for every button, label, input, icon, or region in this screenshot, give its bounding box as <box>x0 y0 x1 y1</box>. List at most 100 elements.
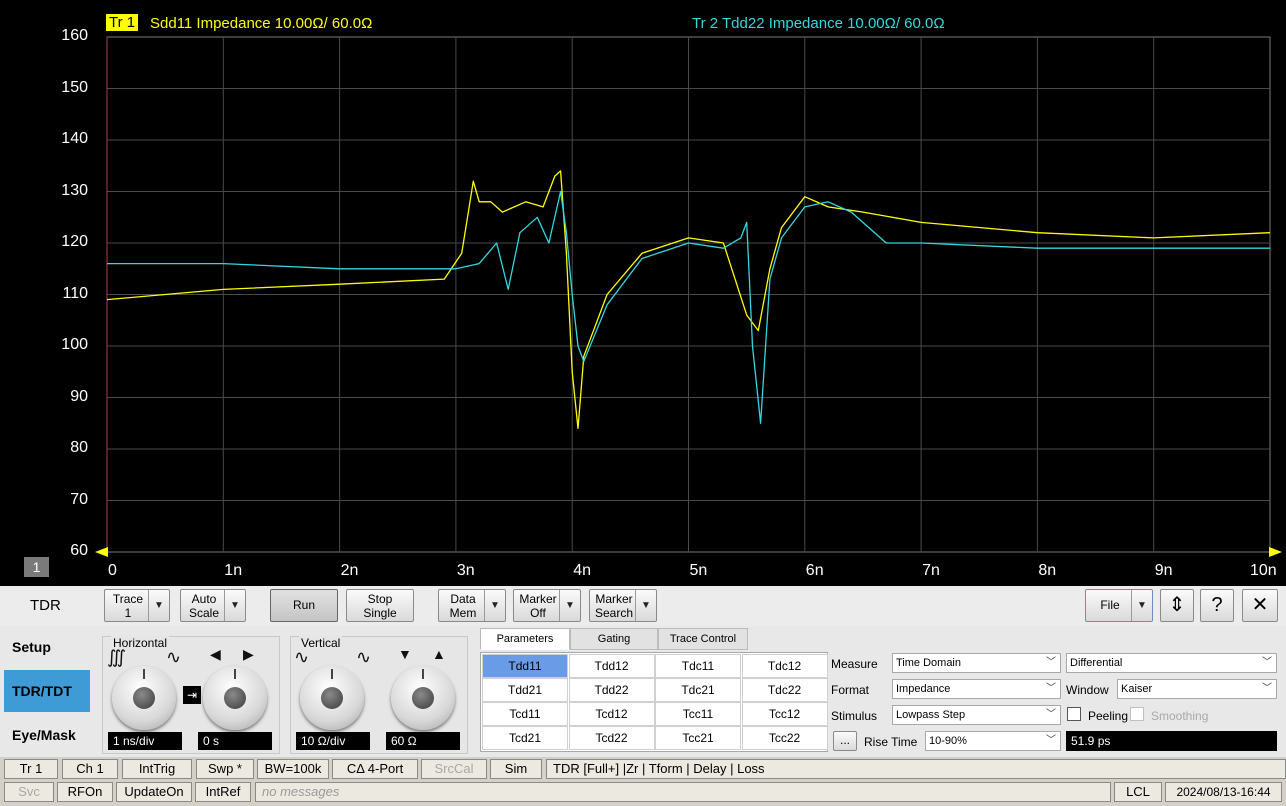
parameter-cell[interactable]: Tdd12 <box>568 654 655 678</box>
status-sweep[interactable]: Swp * <box>196 759 254 779</box>
tab-parameters[interactable]: Parameters <box>480 628 570 650</box>
marker-off-button[interactable]: Marker Off ▼ <box>513 589 581 622</box>
status-sim[interactable]: Sim <box>490 759 542 779</box>
y-tick-label: 120 <box>61 233 88 250</box>
parameter-cell[interactable]: Tdc22 <box>741 678 828 702</box>
risetime-readout[interactable]: 51.9 ps <box>1066 731 1277 751</box>
chevron-down-icon[interactable]: ▼ <box>559 590 580 621</box>
sidebar-item-tdr-tdt[interactable]: TDR/TDT <box>4 670 90 712</box>
vertical-scale-knob[interactable] <box>300 666 364 730</box>
status-svc[interactable]: Svc <box>4 782 54 802</box>
y-tick-label: 70 <box>70 490 88 508</box>
parameter-cell[interactable]: Tcc12 <box>741 702 828 726</box>
trace2-label[interactable]: Tr 2 Tdd22 Impedance 10.00Ω/ 60.0Ω <box>692 15 945 32</box>
status-update[interactable]: UpdateOn <box>116 782 192 802</box>
risetime-select[interactable]: 10-90% ﹀ <box>925 731 1061 751</box>
smoothing-checkbox[interactable] <box>1130 707 1144 721</box>
status-trace[interactable]: Tr 1 <box>4 759 58 779</box>
marker-label: Marker <box>519 592 557 606</box>
vertical-offset-knob[interactable] <box>391 666 455 730</box>
more-button[interactable]: ... <box>833 731 857 751</box>
sidebar-item-eye-mask[interactable]: Eye/Mask <box>4 714 90 756</box>
trace1-label[interactable]: Sdd11 Impedance 10.00Ω/ 60.0Ω <box>150 15 372 32</box>
parameter-cell[interactable]: Tcc22 <box>741 726 828 750</box>
parameter-cell[interactable]: Tdc12 <box>741 654 828 678</box>
measure-mode-value: Differential <box>1070 657 1123 669</box>
peeling-label: Peeling <box>1088 709 1129 723</box>
close-button[interactable]: ✕ <box>1242 589 1278 622</box>
chevron-down-icon[interactable]: ▼ <box>484 590 505 621</box>
chevron-down-icon[interactable]: ▼ <box>148 590 169 621</box>
data-mem-button[interactable]: Data Mem ▼ <box>438 589 506 622</box>
parameter-cell[interactable]: Tdc11 <box>655 654 741 678</box>
y-tick-label: 90 <box>70 387 88 405</box>
y-tick-label: 80 <box>70 439 88 456</box>
status-bandwidth[interactable]: BW=100k <box>257 759 329 779</box>
help-button[interactable]: ? <box>1200 589 1234 622</box>
stop-label: Stop <box>367 592 393 606</box>
measure-select[interactable]: Time Domain ﹀ <box>892 653 1061 673</box>
trace-button[interactable]: Trace 1 ▼ <box>104 589 170 622</box>
arrow-left-icon[interactable]: ◀ <box>210 646 221 663</box>
peeling-checkbox[interactable] <box>1067 707 1081 721</box>
parameter-cell[interactable]: Tdc21 <box>655 678 741 702</box>
arrow-down-icon[interactable]: ▼ <box>398 646 412 662</box>
marker-search-button[interactable]: Marker Search ▼ <box>589 589 657 622</box>
window-select[interactable]: Kaiser ﹀ <box>1117 679 1277 699</box>
resize-button[interactable]: ⇕ <box>1160 589 1194 622</box>
sidebar-item-setup[interactable]: Setup <box>4 626 90 668</box>
stimulus-select[interactable]: Lowpass Step ﹀ <box>892 705 1061 725</box>
parameters-grid: Tdd11 Tdd12 Tdc11 Tdc12 Tdd21 Tdd22 Tdc21 Tdc22… <box>480 652 828 752</box>
status-intref[interactable]: IntRef <box>195 782 251 802</box>
y-tick-label: 100 <box>61 336 88 353</box>
x-tick-label: 8n <box>1038 562 1057 579</box>
status-srccal[interactable]: SrcCal <box>421 759 487 779</box>
chevron-down-icon[interactable]: ▼ <box>635 590 656 621</box>
autoscale-button[interactable]: Auto Scale ▼ <box>180 589 246 622</box>
status-trigger[interactable]: IntTrig <box>122 759 192 779</box>
reference-marker-left <box>95 547 108 557</box>
parameter-cell[interactable]: Tcd22 <box>568 726 655 750</box>
format-select[interactable]: Impedance ﹀ <box>892 679 1061 699</box>
trace-display[interactable]: Tr 1 Sdd11 Impedance 10.00Ω/ 60.0Ω Tr 2 … <box>0 0 1286 586</box>
y-tick-label: 160 <box>61 27 88 44</box>
status-rfon[interactable]: RFOn <box>57 782 113 802</box>
parameter-cell[interactable]: Tcc11 <box>655 702 741 726</box>
run-button[interactable]: Run <box>270 589 338 622</box>
risetime-value: 10-90% <box>929 735 967 747</box>
vertical-offset-readout[interactable]: 60 Ω <box>386 732 460 750</box>
status-channel[interactable]: Ch 1 <box>62 759 118 779</box>
sidebar: Setup TDR/TDT Eye/Mask <box>0 626 95 758</box>
measure-mode-select[interactable]: Differential ﹀ <box>1066 653 1277 673</box>
marker-search-label: Marker <box>595 592 633 606</box>
chevron-down-icon[interactable]: ▼ <box>1131 590 1152 621</box>
parameter-cell[interactable]: Tdd21 <box>482 678 568 702</box>
stop-single-button[interactable]: Stop Single <box>346 589 414 622</box>
arrow-right-icon[interactable]: ▶ <box>243 646 254 663</box>
y-tick-label: 150 <box>61 78 88 96</box>
measure-label: Measure <box>831 657 878 671</box>
parameter-cell[interactable]: Tcd21 <box>482 726 568 750</box>
parameter-cell[interactable]: Tcd12 <box>568 702 655 726</box>
reference-position-icon[interactable]: ⇥ <box>183 686 201 704</box>
trace1-tag[interactable]: Tr 1 <box>106 14 139 31</box>
parameter-cell[interactable]: Tdd22 <box>568 678 655 702</box>
tab-trace-control[interactable]: Trace Control <box>658 628 748 650</box>
horizontal-scale-knob[interactable] <box>112 666 176 730</box>
horizontal-position-knob[interactable] <box>203 666 267 730</box>
chevron-down-icon[interactable]: ▼ <box>224 590 245 621</box>
arrow-up-icon[interactable]: ▲ <box>432 646 446 662</box>
status-tdr-mode[interactable]: TDR [Full+] |Zr | Tform | Delay | Loss <box>546 759 1286 779</box>
x-tick-label: 1n <box>224 562 243 579</box>
reference-marker-right <box>1269 547 1282 557</box>
parameter-cell[interactable]: Tcc21 <box>655 726 741 750</box>
horizontal-scale-readout[interactable]: 1 ns/div <box>108 732 182 750</box>
vertical-scale-readout[interactable]: 10 Ω/div <box>296 732 370 750</box>
parameter-cell[interactable]: Tdd11 <box>482 654 568 678</box>
horizontal-position-readout[interactable]: 0 s <box>198 732 272 750</box>
status-cal[interactable]: CΔ 4-Port <box>332 759 418 779</box>
parameter-cell[interactable]: Tcd11 <box>482 702 568 726</box>
x-tick-label: 3n <box>456 562 475 579</box>
file-button[interactable]: File ▼ <box>1085 589 1153 622</box>
tab-gating[interactable]: Gating <box>570 628 658 650</box>
